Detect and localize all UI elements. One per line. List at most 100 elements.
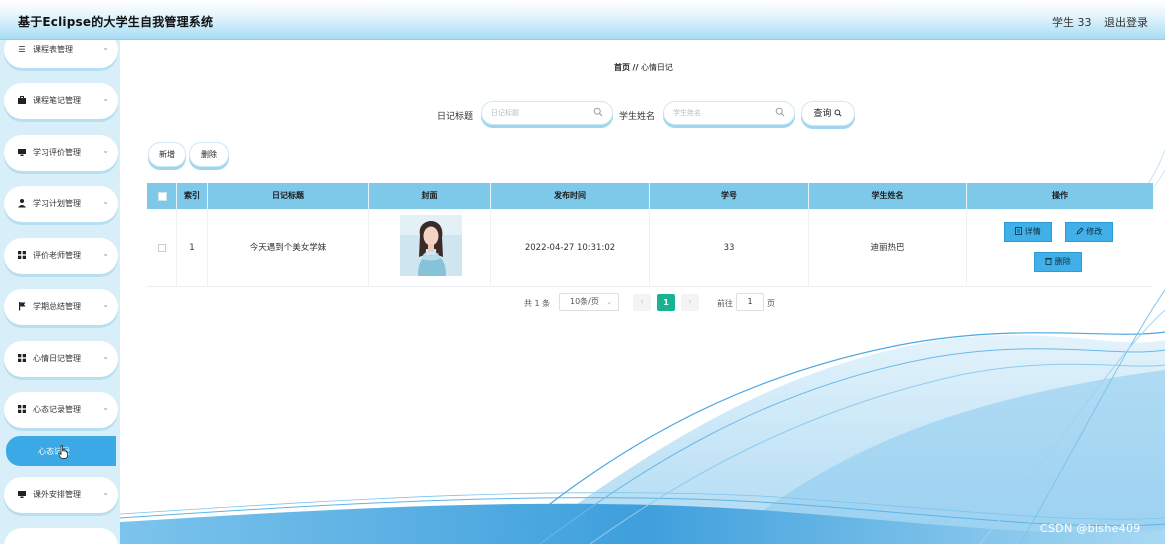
chevron-down-icon: ⌄: [102, 249, 109, 258]
user-icon: [16, 198, 28, 210]
column-header: 日记标题: [208, 183, 369, 209]
table-header: 索引 日记标题 封面 发布时间 学号 学生姓名 操作: [147, 183, 1153, 209]
student-name-cell: 迪丽热巴: [809, 209, 967, 287]
grid-icon: [16, 404, 28, 416]
diary-title-label: 日记标题: [437, 112, 474, 122]
breadcrumb-separator: //: [632, 63, 639, 72]
page-size-value: 10条/页: [570, 297, 599, 306]
row-checkbox[interactable]: [158, 244, 166, 252]
student-name-input[interactable]: [673, 107, 773, 119]
watermark: CSDN @bishe409: [1040, 522, 1141, 535]
chevron-down-icon: ⌄: [102, 300, 109, 309]
diary-title-cell: 今天遇到个美女学妹: [208, 209, 369, 287]
trash-icon: [1045, 257, 1052, 265]
sidebar-item-label: 心态记录管理: [33, 405, 81, 414]
student-name-label: 学生姓名: [619, 112, 656, 122]
row-select-cell: [147, 209, 177, 287]
column-header: 学生姓名: [809, 183, 967, 209]
sidebar-item-partial[interactable]: [4, 528, 118, 544]
goto-page-input[interactable]: 1: [736, 293, 764, 311]
sidebar-item-label: 学习评价管理: [33, 148, 81, 157]
chevron-down-icon: ⌄: [102, 94, 109, 103]
page-number-current[interactable]: 1: [657, 294, 675, 311]
monitor-icon: [16, 147, 28, 159]
search-icon: [593, 107, 603, 117]
chevron-down-icon: ⌄: [102, 403, 109, 412]
column-header: 操作: [1052, 191, 1068, 200]
sidebar-item-course-notes[interactable]: 课程笔记管理 ⌄: [4, 83, 118, 119]
add-button[interactable]: 新增: [148, 142, 186, 167]
next-page-button[interactable]: ›: [681, 294, 699, 311]
chevron-down-icon: ⌄: [606, 298, 612, 306]
sidebar-item-label: 学习计划管理: [33, 199, 81, 208]
publish-time-cell: 2022-04-27 10:31:02: [491, 209, 650, 287]
student-name-search[interactable]: [663, 101, 795, 125]
top-header: 基于Eclipse的大学生自我管理系统 学生 33 退出登录: [0, 0, 1165, 40]
page-unit-label: 页: [767, 299, 775, 308]
row-delete-button[interactable]: 删除: [1034, 252, 1082, 272]
column-header: 学号: [650, 183, 809, 209]
detail-button-label: 详情: [1024, 227, 1041, 236]
chevron-down-icon: ⌄: [102, 352, 109, 361]
chevron-down-icon: ⌄: [102, 488, 109, 497]
pagination-total: 共 1 条: [524, 299, 551, 308]
search-icon: [834, 109, 842, 117]
delete-button[interactable]: 删除: [189, 142, 229, 167]
column-header: 发布时间: [491, 183, 650, 209]
monitor-icon: [16, 489, 28, 501]
sidebar-item-teacher-evaluation[interactable]: 评价老师管理 ⌄: [4, 238, 118, 274]
sidebar-item-label: 课程笔记管理: [33, 96, 81, 105]
sidebar-item-study-evaluation[interactable]: 学习评价管理 ⌄: [4, 135, 118, 171]
table-row: 1 今天遇到个美女学妹 2022-04-27 10:31:02 33 迪丽热巴: [147, 209, 1153, 287]
sidebar-item-mindset-record[interactable]: 心态记录管理 ⌄: [4, 392, 118, 428]
diary-title-search[interactable]: [481, 101, 613, 125]
chevron-down-icon: ⌄: [102, 146, 109, 155]
column-header: 封面: [369, 183, 491, 209]
edit-button[interactable]: 修改: [1065, 222, 1113, 242]
hand-cursor-icon: [58, 445, 68, 459]
sidebar-item-mood-diary[interactable]: 心情日记管理 ⌄: [4, 341, 118, 377]
chevron-down-icon: ⌄: [102, 43, 109, 52]
page-size-select[interactable]: 10条/页 ⌄: [559, 293, 619, 311]
document-icon: [1015, 227, 1023, 235]
sidebar-item-term-summary[interactable]: 学期总结管理 ⌄: [4, 289, 118, 325]
sidebar-item-extracurricular[interactable]: 课外安排管理 ⌄: [4, 477, 118, 513]
sidebar: ☰ 课程表管理 ⌄ 课程笔记管理 ⌄ 学习评价管理 ⌄ 学习计划管理 ⌄ 评价老…: [0, 40, 120, 544]
briefcase-icon: [16, 95, 28, 107]
row-delete-button-label: 删除: [1054, 257, 1071, 266]
sidebar-item-course-schedule[interactable]: ☰ 课程表管理 ⌄: [4, 40, 118, 68]
diary-title-input[interactable]: [491, 107, 591, 119]
app-title: 基于Eclipse的大学生自我管理系统: [18, 15, 214, 29]
prev-page-button[interactable]: ‹: [633, 294, 651, 311]
operations-cell: 详情 修改 删除: [967, 209, 1153, 287]
select-all-checkbox[interactable]: [158, 192, 167, 201]
list-icon: ☰: [18, 45, 26, 54]
logout-link[interactable]: 退出登录: [1104, 14, 1148, 30]
sidebar-item-label: 课程表管理: [33, 45, 73, 54]
detail-button[interactable]: 详情: [1004, 222, 1052, 242]
sidebar-item-label: 课外安排管理: [33, 490, 81, 499]
student-id-cell: 33: [650, 209, 809, 287]
index-cell: 1: [177, 209, 208, 287]
goto-label: 前往: [717, 299, 733, 308]
flag-icon: [16, 301, 28, 313]
edit-icon: [1076, 227, 1084, 235]
grid-icon: [16, 250, 28, 262]
sidebar-subitem-mindset-record[interactable]: 心态记录: [6, 436, 116, 466]
cover-cell: [369, 209, 491, 287]
chevron-down-icon: ⌄: [102, 197, 109, 206]
column-header: 索引: [177, 183, 208, 209]
breadcrumb-home[interactable]: 首页: [614, 63, 630, 72]
cover-image[interactable]: [400, 215, 462, 276]
sidebar-item-label: 心情日记管理: [33, 354, 81, 363]
select-all-cell: [147, 183, 177, 209]
search-icon: [775, 107, 785, 117]
query-button[interactable]: 查询: [801, 101, 855, 126]
breadcrumb-current: 心情日记: [640, 63, 673, 72]
current-user: 学生 33: [1052, 16, 1092, 29]
grid-icon: [16, 353, 28, 365]
sidebar-item-study-plan[interactable]: 学习计划管理 ⌄: [4, 186, 118, 222]
sidebar-item-label: 评价老师管理: [33, 251, 81, 260]
sidebar-item-label: 学期总结管理: [33, 302, 81, 311]
sidebar-subitem-label: 心态记录: [38, 447, 70, 456]
